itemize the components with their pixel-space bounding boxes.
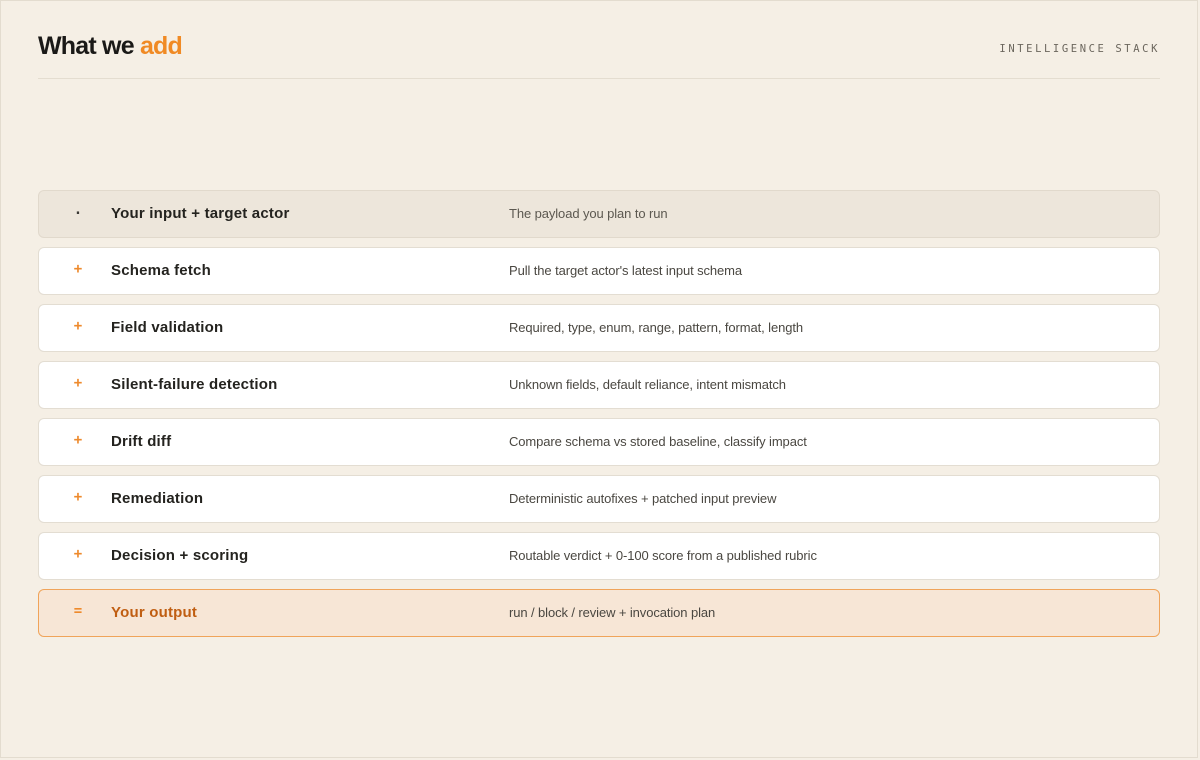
row-name: Your output [111,604,198,621]
row-description: Compare schema vs stored baseline, class… [509,434,807,449]
row-symbol: . [73,202,83,218]
row-name: Your input + target actor [111,205,290,222]
plus-icon: + [73,375,83,391]
stack-row-input: . Your input + target actor The payload … [38,190,1160,238]
plus-icon: + [73,432,83,448]
row-description: Deterministic autofixes + patched input … [509,491,777,506]
row-name: Schema fetch [111,262,211,279]
stack-list: . Your input + target actor The payload … [38,190,1160,646]
page-header: What we add INTELLIGENCE STACK [38,29,1160,79]
plus-icon: + [73,318,83,334]
stack-row-output: = Your output run / block / review + inv… [38,589,1160,637]
stack-row-drift-diff: + Drift diff Compare schema vs stored ba… [38,418,1160,466]
title-accent: add [139,32,183,60]
plus-icon: + [73,546,83,562]
row-name: Decision + scoring [111,547,249,564]
row-name: Silent-failure detection [111,376,278,393]
row-description: The payload you plan to run [509,206,668,221]
row-name: Remediation [111,490,204,507]
title-main: What we [38,32,140,60]
plus-icon: + [73,261,83,277]
section-label: INTELLIGENCE STACK [999,43,1160,55]
stack-row-decision-scoring: + Decision + scoring Routable verdict + … [38,532,1160,580]
row-description: Unknown fields, default reliance, intent… [509,377,786,392]
row-description: Routable verdict + 0-100 score from a pu… [509,548,817,563]
row-description: Required, type, enum, range, pattern, fo… [509,320,803,335]
row-name: Drift diff [111,433,172,450]
row-name: Field validation [111,319,224,336]
page-title: What we add [38,31,183,61]
stack-row-schema-fetch: + Schema fetch Pull the target actor's l… [38,247,1160,295]
equals-icon: = [73,603,83,619]
plus-icon: + [73,489,83,505]
row-description: run / block / review + invocation plan [509,605,716,620]
stack-row-field-validation: + Field validation Required, type, enum,… [38,304,1160,352]
page-frame: What we add INTELLIGENCE STACK . Your in… [0,0,1198,758]
row-description: Pull the target actor's latest input sch… [509,263,743,278]
stack-row-silent-failure: + Silent-failure detection Unknown field… [38,361,1160,409]
stack-row-remediation: + Remediation Deterministic autofixes + … [38,475,1160,523]
